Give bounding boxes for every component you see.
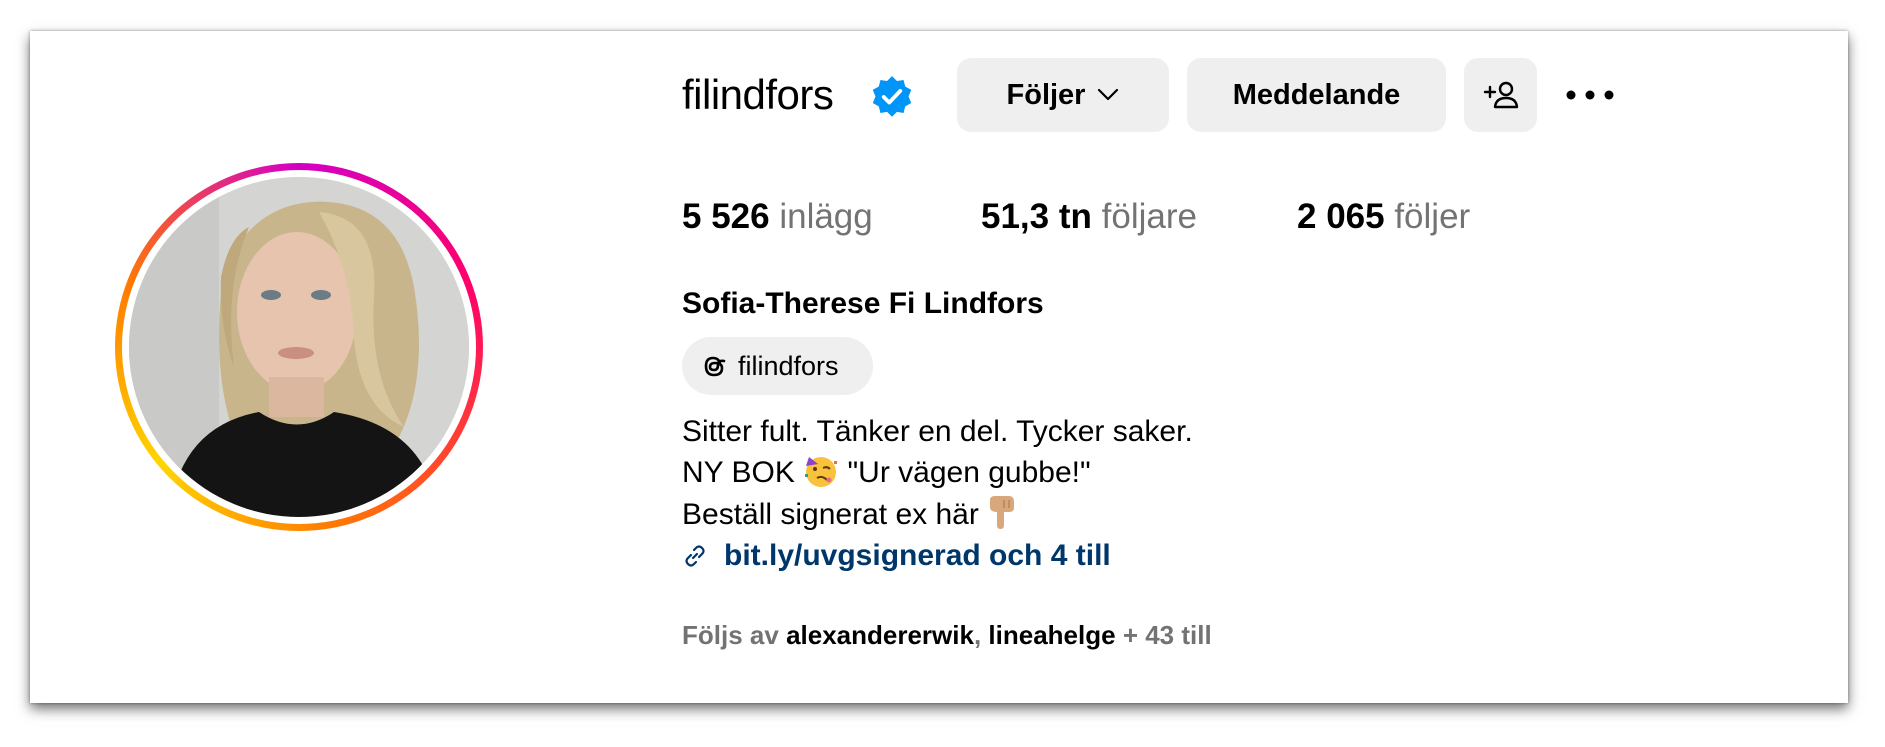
followed-by-prefix: Följs av: [682, 620, 779, 650]
chevron-down-icon: [1098, 88, 1119, 101]
profile-window: filindfors Följer Meddelande 5 526 inläg…: [30, 31, 1848, 703]
verified-badge-icon: [872, 76, 912, 117]
followed-by[interactable]: Följs av alexandererwik, lineahelge + 43…: [682, 617, 1212, 653]
posts-number: 5 526: [682, 197, 770, 236]
following-link[interactable]: 2 065 följer: [1297, 194, 1470, 240]
full-name: Sofia-Therese Fi Lindfors: [682, 287, 1044, 320]
threads-handle: filindfors: [738, 350, 839, 381]
bio-line-2: NY BOK "Ur vägen gubbe!": [682, 453, 1091, 493]
bio-line-2-end: "Ur vägen gubbe!": [847, 456, 1091, 489]
add-user-icon: [1483, 81, 1518, 109]
avatar[interactable]: [129, 177, 469, 517]
following-label: Följer: [1006, 78, 1086, 111]
followed-by-more: + 43 till: [1122, 620, 1212, 650]
username: filindfors: [682, 71, 834, 118]
message-label: Meddelande: [1232, 78, 1401, 111]
following-number: 2 065: [1297, 197, 1385, 236]
suggested-users-button[interactable]: [1464, 58, 1537, 132]
partying-face-emoji: [805, 457, 838, 487]
link-icon: [685, 545, 705, 567]
posts-count: 5 526 inlägg: [682, 194, 873, 240]
more-options-icon[interactable]: [1560, 76, 1620, 114]
followers-link[interactable]: 51,3 tn följare: [981, 194, 1197, 240]
bio-link-text: bit.ly/uvgsignerad och 4 till: [724, 539, 1111, 572]
bio-line-3: Beställ signerat ex här: [682, 494, 1017, 535]
followed-by-separator: ,: [973, 620, 982, 650]
following-label-stat: följer: [1394, 197, 1471, 236]
bio-line-3-text: Beställ signerat ex här: [682, 498, 979, 531]
followers-number: 51,3 tn: [981, 197, 1092, 236]
threads-icon: [704, 356, 726, 377]
bio-line-2-start: NY BOK: [682, 456, 795, 489]
followed-by-user-2[interactable]: lineahelge: [988, 620, 1115, 650]
backhand-index-pointing-down-emoji: [990, 496, 1015, 529]
posts-label: inlägg: [779, 197, 873, 236]
followed-by-user-1[interactable]: alexandererwik: [786, 620, 974, 650]
followers-label: följare: [1101, 197, 1197, 236]
bio-link[interactable]: bit.ly/uvgsignerad och 4 till: [682, 535, 1111, 577]
following-button[interactable]: Följer: [957, 58, 1169, 132]
story-ring[interactable]: [115, 163, 483, 531]
avatar-photo: [129, 177, 469, 517]
bio-line-1: Sitter fult. Tänker en del. Tycker saker…: [682, 415, 1193, 448]
threads-badge[interactable]: filindfors: [682, 337, 873, 395]
message-button[interactable]: Meddelande: [1187, 58, 1446, 132]
